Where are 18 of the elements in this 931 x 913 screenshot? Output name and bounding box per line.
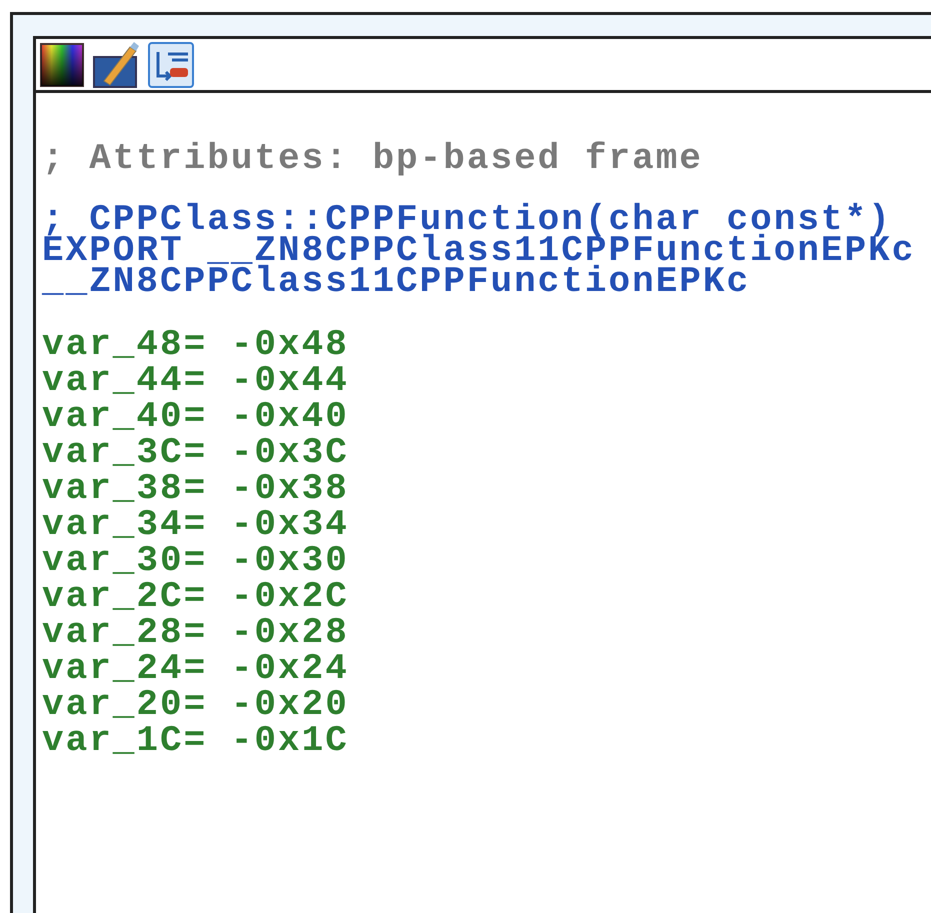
variable-line: var_3C= -0x3C bbox=[42, 435, 350, 471]
color-palette-icon[interactable] bbox=[40, 42, 84, 86]
variable-line: var_40= -0x40 bbox=[42, 399, 350, 435]
variable-line: var_38= -0x38 bbox=[42, 471, 350, 507]
variable-line: var_24= -0x24 bbox=[42, 651, 350, 687]
variable-line: var_2C= -0x2C bbox=[42, 579, 350, 615]
pencil-edit-icon[interactable] bbox=[92, 40, 140, 88]
variable-line: var_28= -0x28 bbox=[42, 615, 350, 651]
symbol-line: __ZN8CPPClass11CPPFunctionEPKc bbox=[42, 266, 750, 297]
variable-line: var_44= -0x44 bbox=[42, 363, 350, 399]
variable-line: var_30= -0x30 bbox=[42, 543, 350, 579]
variable-line: var_20= -0x20 bbox=[42, 687, 350, 723]
variable-line: var_48= -0x48 bbox=[42, 327, 350, 363]
comment-line: ; Attributes: bp-based frame bbox=[42, 143, 704, 174]
symbol-line: ; CPPClass::CPPFunction(char const*) bbox=[42, 204, 892, 235]
symbol-line: EXPORT __ZN8CPPClass11CPPFunctionEPKc bbox=[42, 235, 916, 266]
variable-line: var_1C= -0x1C bbox=[42, 723, 350, 759]
variable-line: var_34= -0x34 bbox=[42, 507, 350, 543]
